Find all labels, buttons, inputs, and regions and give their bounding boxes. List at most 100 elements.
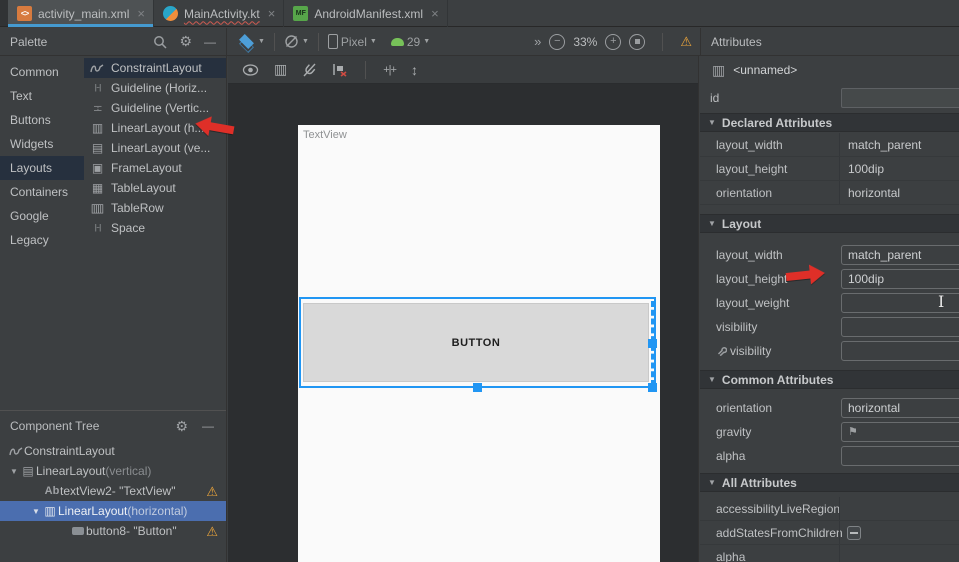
palette-item-framelayout[interactable]: ▣ FrameLayout <box>84 158 226 178</box>
zoom-in-button[interactable]: + <box>605 34 621 50</box>
palette-category-text[interactable]: Text <box>0 84 84 108</box>
view-options-eye-icon[interactable] <box>242 64 259 76</box>
id-input[interactable] <box>841 88 959 108</box>
attribute-row[interactable]: addStatesFromChildren <box>700 521 959 545</box>
palette-item-space[interactable]: |··| Space <box>84 218 226 238</box>
minimize-icon[interactable]: — <box>204 35 216 49</box>
palette-items: ConstraintLayout |··| Guideline (Horiz..… <box>84 58 226 238</box>
tree-row-linearlayout-vertical[interactable]: ▼ ▤ LinearLayout(vertical) <box>0 461 226 481</box>
palette-item-linearlayout-vertical[interactable]: ▤ LinearLayout (ve... <box>84 138 226 158</box>
gravity-input[interactable]: ⚑ <box>841 422 959 442</box>
search-icon[interactable] <box>153 35 167 49</box>
id-attribute-row: id <box>700 84 959 113</box>
device-select[interactable]: Pixel ▼ <box>328 34 377 49</box>
palette-item-constraintlayout[interactable]: ConstraintLayout <box>84 58 226 78</box>
design-canvas[interactable]: TextView BUTTON <box>298 125 660 562</box>
orientation-input[interactable]: horizontal <box>841 398 959 418</box>
palette-category-google[interactable]: Google <box>0 204 84 228</box>
overflow-chevrons-icon[interactable]: » <box>534 34 541 49</box>
tab-label: AndroidManifest.xml <box>314 7 423 21</box>
close-icon[interactable]: × <box>268 6 276 21</box>
attribute-row[interactable]: layout_width match_parent <box>700 243 959 267</box>
palette-category-containers[interactable]: Containers <box>0 180 84 204</box>
id-label: id <box>710 91 719 105</box>
canvas-textview[interactable]: TextView <box>303 129 347 141</box>
zoom-out-button[interactable]: − <box>549 34 565 50</box>
attribute-row[interactable]: layout_height 100dip <box>700 267 959 291</box>
attribute-row[interactable]: alpha <box>700 545 959 562</box>
component-name: <unnamed> <box>733 63 797 77</box>
alpha-input[interactable] <box>841 446 959 466</box>
indeterminate-checkbox[interactable] <box>847 526 861 540</box>
resize-handle-corner[interactable] <box>648 383 657 392</box>
attribute-row[interactable]: orientation horizontal <box>700 396 959 420</box>
resize-handle-right[interactable] <box>648 339 657 348</box>
layout-width-input[interactable]: match_parent <box>841 245 959 265</box>
phone-icon <box>328 34 338 49</box>
design-surface-toolbar: ▼ ▼ Pixel ▼ 29 ▼ <box>227 28 701 55</box>
autoconnect-off-magnet-icon[interactable] <box>302 63 317 77</box>
attribute-row[interactable]: layout_width match_parent <box>700 133 959 157</box>
tab-mainactivity-kt[interactable]: MainActivity.kt × <box>154 0 284 27</box>
palette-item-tablerow[interactable]: ▥ TableRow <box>84 198 226 218</box>
orientation-columns-icon[interactable]: ▥ <box>274 61 287 78</box>
section-layout[interactable]: ▼ Layout <box>700 214 959 233</box>
palette-header: Palette ⚙ — <box>0 28 227 55</box>
minimize-icon[interactable]: — <box>202 419 214 433</box>
palette-category-legacy[interactable]: Legacy <box>0 228 84 252</box>
layers-icon <box>239 35 255 49</box>
palette-category-widgets[interactable]: Widgets <box>0 132 84 156</box>
align-center-icon[interactable]: +|+ <box>383 64 396 76</box>
palette-item-tablelayout[interactable]: ▦ TableLayout <box>84 178 226 198</box>
tree-row-constraintlayout[interactable]: ConstraintLayout <box>0 441 226 461</box>
close-icon[interactable]: × <box>137 6 145 21</box>
attribute-row[interactable]: orientation horizontal <box>700 181 959 205</box>
palette-item-guideline-horizontal[interactable]: |··| Guideline (Horiz... <box>84 78 226 98</box>
manifest-file-icon: MF <box>293 6 308 21</box>
layout-attributes-rows: layout_width match_parent layout_height … <box>700 243 959 363</box>
warning-icon: ⚠ <box>206 485 218 498</box>
close-icon[interactable]: × <box>431 6 439 21</box>
section-common-attributes[interactable]: ▼ Common Attributes <box>700 370 959 389</box>
attribute-row[interactable]: visibility <box>700 339 959 363</box>
api-version-select[interactable]: 29 ▼ <box>391 35 430 49</box>
component-tree-header: Component Tree ⚙ — <box>0 411 226 441</box>
tablelayout-icon: ▦ <box>90 182 105 194</box>
attribute-row[interactable]: gravity ⚑ <box>700 420 959 444</box>
warning-icon: ⚠ <box>206 525 218 538</box>
clear-constraints-icon[interactable] <box>332 63 348 77</box>
zoom-to-fit-button[interactable] <box>629 34 645 50</box>
layout-height-input[interactable]: 100dip <box>841 269 959 289</box>
palette-category-buttons[interactable]: Buttons <box>0 108 84 132</box>
tools-visibility-input[interactable] <box>841 341 959 361</box>
design-mode-select[interactable]: ▼ <box>239 35 265 49</box>
section-declared-attributes[interactable]: ▼ Declared Attributes <box>700 113 959 132</box>
resize-handle-bottom[interactable] <box>473 383 482 392</box>
tree-row-button8[interactable]: button8- "Button" ⚠ <box>0 521 226 541</box>
zoom-out-icon: − <box>554 36 560 47</box>
palette-category-layouts[interactable]: Layouts <box>0 156 84 180</box>
tree-row-linearlayout-horizontal[interactable]: ▼ ▥ LinearLayout(horizontal) <box>0 501 226 521</box>
palette-category-common[interactable]: Common <box>0 60 84 84</box>
expand-arrow-icon[interactable]: ▼ <box>10 467 20 476</box>
tablerow-icon: ▥ <box>88 202 107 214</box>
expand-arrow-icon[interactable]: ▼ <box>32 507 42 516</box>
gear-icon[interactable]: ⚙ <box>179 33 192 50</box>
tab-activity-main-xml[interactable]: <> activity_main.xml × <box>8 0 154 27</box>
attribute-row[interactable]: layout_weight <box>700 291 959 315</box>
expand-vertical-icon[interactable]: ↕ <box>411 62 418 78</box>
gear-icon[interactable]: ⚙ <box>175 418 188 435</box>
tab-androidmanifest-xml[interactable]: MF AndroidManifest.xml × <box>284 0 447 27</box>
flag-icon[interactable]: ⚑ <box>848 426 858 438</box>
visibility-input[interactable] <box>841 317 959 337</box>
tree-row-textview2[interactable]: Ab textView2- "TextView" ⚠ <box>0 481 226 501</box>
orientation-theme-select[interactable]: ▼ <box>284 34 309 49</box>
warning-icon[interactable]: ⚠ <box>680 35 692 48</box>
attribute-row[interactable]: layout_height 100dip <box>700 157 959 181</box>
section-all-attributes[interactable]: ▼ All Attributes <box>700 473 959 492</box>
attribute-row[interactable]: visibility <box>700 315 959 339</box>
attribute-row[interactable]: alpha <box>700 444 959 468</box>
attribute-row[interactable]: accessibilityLiveRegion <box>700 497 959 521</box>
divider <box>274 33 275 51</box>
canvas-button[interactable]: BUTTON <box>303 303 649 382</box>
